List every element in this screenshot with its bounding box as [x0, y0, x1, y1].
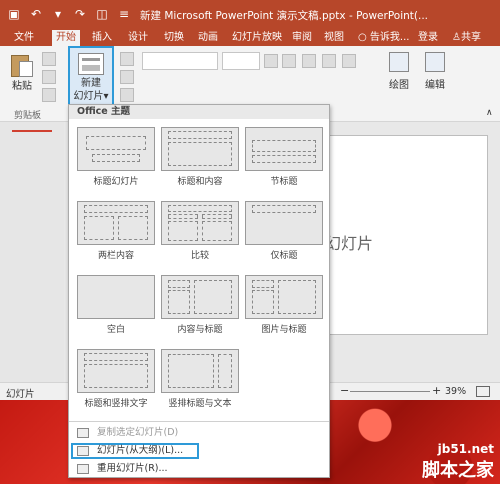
- layout-thumbnail: [77, 201, 155, 245]
- lightbulb-icon: ○: [358, 32, 370, 43]
- layout-thumbnail: [245, 127, 323, 171]
- clipboard-icon: [11, 52, 33, 78]
- quick-access-toolbar: ▣ ↶ ▾ ↷ ◫ ≡: [0, 7, 132, 21]
- outline-icon: [77, 446, 89, 456]
- tab-home[interactable]: 开始: [52, 30, 80, 46]
- layout-content-caption[interactable]: 内容与标题: [159, 275, 241, 335]
- copy-icon[interactable]: [42, 70, 56, 84]
- layout-title-only[interactable]: 仅标题: [243, 201, 325, 261]
- watermark: jb51.net 脚本之家: [422, 442, 494, 481]
- bullets-icon[interactable]: [322, 54, 336, 68]
- undo-icon[interactable]: ↶: [28, 7, 44, 21]
- tab-review[interactable]: 审阅: [288, 30, 316, 46]
- chevron-down-icon: ▾: [103, 91, 109, 102]
- clear-format-icon[interactable]: [302, 54, 316, 68]
- slide-placeholder-text[interactable]: 幻灯片: [325, 230, 373, 254]
- dropdown-icon[interactable]: ▾: [50, 7, 66, 21]
- fit-window-icon[interactable]: [476, 386, 490, 397]
- tab-insert[interactable]: 插入: [88, 30, 116, 46]
- save-icon[interactable]: ▣: [6, 7, 22, 21]
- layout-thumbnail: [161, 201, 239, 245]
- layout-thumbnail: [77, 275, 155, 319]
- format-painter-icon[interactable]: [42, 88, 56, 102]
- new-slide-icon: [78, 53, 104, 75]
- thumbnail-pane: [0, 122, 64, 382]
- gallery-header: Office 主题: [69, 105, 329, 119]
- layout-thumbnail: [245, 275, 323, 319]
- window-title: 新建 Microsoft PowerPoint 演示文稿.pptx - Powe…: [140, 10, 429, 22]
- zoom-in-icon[interactable]: +: [432, 384, 441, 397]
- layout-thumbnail: [245, 201, 323, 245]
- layout-thumbnail: [161, 275, 239, 319]
- editing-button[interactable]: 编辑: [420, 52, 450, 91]
- new-slide-dropdown: Office 主题 标题幻灯片 标题和内容 节标题 两栏内容 比较 仅标题 空白…: [68, 104, 330, 478]
- drawing-button[interactable]: 绘图: [384, 52, 414, 91]
- zoom-slider[interactable]: [350, 391, 430, 392]
- duplicate-slide-item[interactable]: 复制选定幻灯片(D): [69, 425, 329, 441]
- tab-animations[interactable]: 动画: [194, 30, 222, 46]
- person-icon: ♙: [452, 32, 461, 43]
- slides-from-outline-item[interactable]: 幻灯片(从大纲)(L)...: [71, 443, 199, 459]
- section-icon[interactable]: [120, 88, 134, 102]
- layout-blank[interactable]: 空白: [75, 275, 157, 335]
- reuse-icon: [77, 464, 89, 474]
- customize-icon[interactable]: ≡: [116, 7, 132, 21]
- zoom-out-icon[interactable]: −: [340, 384, 349, 397]
- title-bar: ▣ ↶ ▾ ↷ ◫ ≡ 新建 Microsoft PowerPoint 演示文稿…: [0, 0, 500, 28]
- layout-picture-caption[interactable]: 图片与标题: [243, 275, 325, 335]
- layout-thumbnail: [161, 349, 239, 393]
- tell-me-search[interactable]: ○ 告诉我...: [354, 30, 413, 46]
- ribbon-tabs: 文件 开始 插入 设计 切换 动画 幻灯片放映 审阅 视图 ○ 告诉我... 登…: [0, 28, 500, 46]
- reuse-slides-item[interactable]: 重用幻灯片(R)...: [69, 461, 329, 477]
- sign-in-link[interactable]: 登录: [414, 30, 442, 46]
- font-name-combo[interactable]: [142, 52, 218, 70]
- layout-thumbnail: [161, 127, 239, 171]
- find-icon: [425, 52, 445, 72]
- layout-title-slide[interactable]: 标题幻灯片: [75, 127, 157, 187]
- paste-button[interactable]: 粘贴: [6, 52, 38, 93]
- layout-two-content[interactable]: 两栏内容: [75, 201, 157, 261]
- layout-comparison[interactable]: 比较: [159, 201, 241, 261]
- tab-design[interactable]: 设计: [124, 30, 152, 46]
- shrink-font-icon[interactable]: [282, 54, 296, 68]
- layout-title-vertical-text[interactable]: 标题和竖排文字: [75, 349, 157, 409]
- cut-icon[interactable]: [42, 52, 56, 66]
- insertion-marker: [12, 130, 52, 132]
- reset-icon[interactable]: [120, 70, 134, 84]
- zoom-level[interactable]: 39%: [445, 386, 466, 397]
- menu-divider: [69, 421, 329, 422]
- grow-font-icon[interactable]: [264, 54, 278, 68]
- tab-slideshow[interactable]: 幻灯片放映: [228, 30, 286, 46]
- tab-file[interactable]: 文件: [10, 30, 38, 46]
- slide-counter: 幻灯片: [6, 389, 35, 400]
- new-slide-button[interactable]: 新建 幻灯片▾: [68, 46, 114, 106]
- tab-view[interactable]: 视图: [320, 30, 348, 46]
- layout-vertical-title-text[interactable]: 竖排标题与文本: [159, 349, 241, 409]
- layout-section-header[interactable]: 节标题: [243, 127, 325, 187]
- redo-icon[interactable]: ↷: [72, 7, 88, 21]
- font-size-combo[interactable]: [222, 52, 260, 70]
- layout-title-content[interactable]: 标题和内容: [159, 127, 241, 187]
- layout-thumbnail: [77, 349, 155, 393]
- duplicate-icon: [77, 428, 89, 438]
- clipboard-group-label: 剪贴板: [14, 111, 42, 121]
- numbering-icon[interactable]: [342, 54, 356, 68]
- layout-thumbnail: [77, 127, 155, 171]
- tab-transitions[interactable]: 切换: [160, 30, 188, 46]
- layout-icon[interactable]: [120, 52, 134, 66]
- slideshow-icon[interactable]: ◫: [94, 7, 110, 21]
- shapes-icon: [389, 52, 409, 72]
- share-button[interactable]: ♙共享: [448, 30, 485, 46]
- collapse-ribbon-icon[interactable]: ∧: [486, 108, 493, 118]
